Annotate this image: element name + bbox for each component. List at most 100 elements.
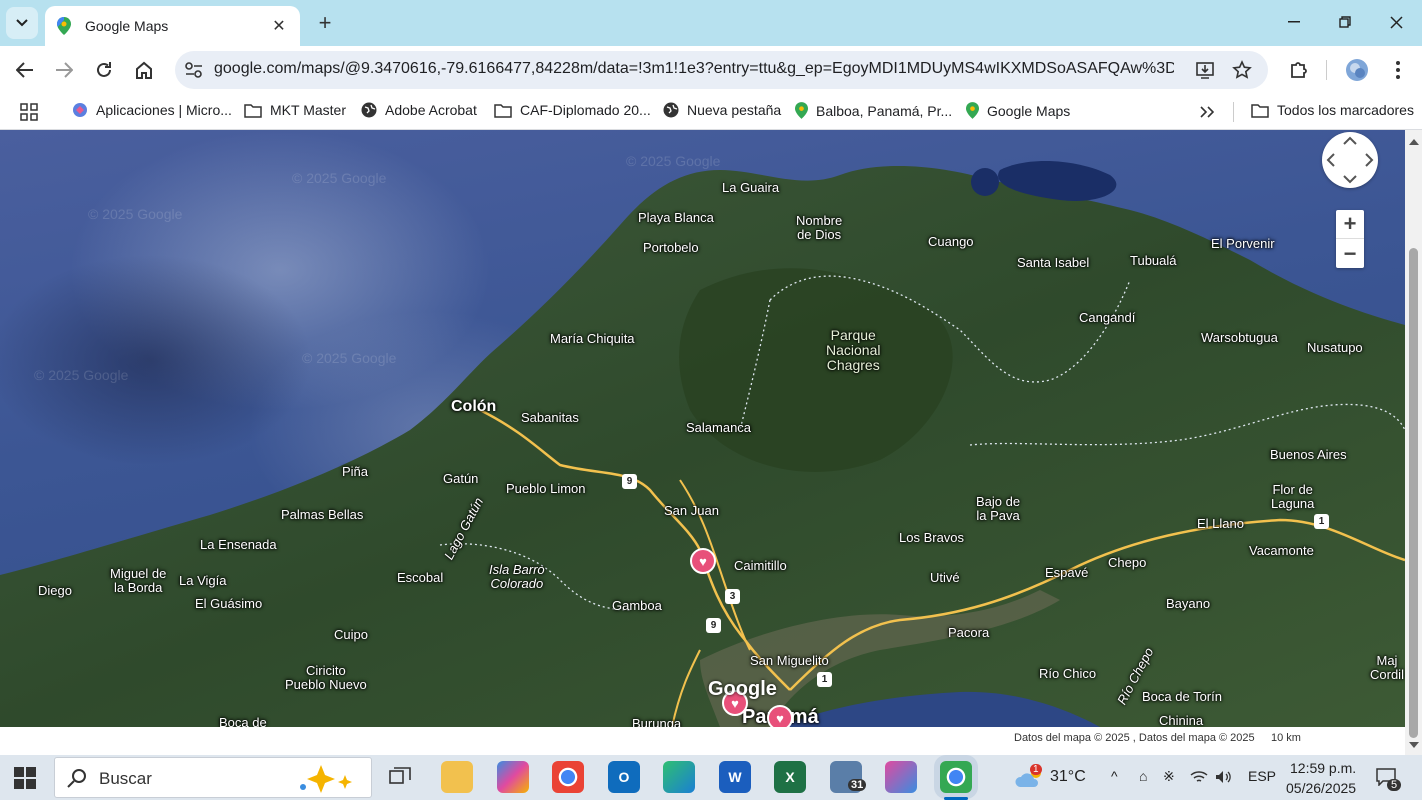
place-label[interactable]: Boca de [219,715,267,727]
bookmark-adobe-acrobat[interactable]: Adobe Acrobat [361,102,477,118]
bookmark-balboa[interactable]: Balboa, Panamá, Pr... [795,102,952,119]
extensions-button[interactable] [1284,56,1314,84]
park-label[interactable]: Parque Nacional Chagres [826,328,880,373]
bookmark-nueva-pestana[interactable]: Nueva pestaña [663,102,781,118]
temperature[interactable]: 31°C [1050,768,1086,786]
wifi-icon[interactable] [1190,770,1208,784]
page-scrollbar[interactable] [1405,130,1422,755]
reload-button[interactable] [89,56,119,84]
place-label[interactable]: Chinina [1159,713,1203,727]
bookmark-mkt-master[interactable]: MKT Master [244,102,346,118]
file-explorer-icon[interactable] [441,761,473,793]
tab-search-button[interactable] [6,7,38,39]
place-label[interactable]: Nombre de Dios [796,214,842,242]
place-label[interactable]: Gatún [443,471,478,486]
place-label[interactable]: Sabanitas [521,410,579,425]
m365-icon[interactable] [885,761,917,793]
volume-icon[interactable] [1215,770,1233,784]
place-label[interactable]: Buenos Aires [1270,447,1347,462]
zoom-out-button[interactable]: − [1336,239,1364,268]
clock-time[interactable]: 12:59 p.m. [1290,760,1356,776]
all-bookmarks-folder[interactable]: Todos los marcadores [1251,102,1414,118]
close-window-button[interactable] [1374,8,1418,36]
place-label[interactable]: San Miguelito [750,653,829,668]
place-label[interactable]: Gamboa [612,598,662,613]
url-text[interactable]: google.com/maps/@9.3470616,-79.6166477,8… [214,60,1174,78]
profile-button[interactable] [1342,56,1372,84]
ime-icon[interactable]: ※ [1163,768,1175,785]
place-label[interactable]: Colón [451,398,496,416]
place-label[interactable]: Isla Barro Colorado [489,563,545,591]
saved-place-pin[interactable]: ♥ [690,548,716,574]
home-button[interactable] [129,56,159,84]
place-label[interactable]: Ciricito Pueblo Nuevo [285,664,367,692]
place-label[interactable]: Piña [342,464,368,479]
mail-icon[interactable]: 31 [830,761,867,793]
place-label[interactable]: Río Chico [1039,666,1096,681]
place-label[interactable]: Maj Cordil [1370,654,1404,682]
back-button[interactable] [10,56,40,84]
install-app-icon[interactable] [1195,60,1215,80]
place-label[interactable]: Chepo [1108,555,1146,570]
place-label[interactable]: El Llano [1197,516,1244,531]
close-tab-icon[interactable]: ✕ [270,16,288,36]
language-indicator[interactable]: ESP [1248,768,1276,784]
place-label[interactable]: Diego [38,583,72,598]
map-scale[interactable]: 10 km [1271,732,1301,744]
pan-control[interactable] [1322,132,1378,188]
zoom-in-button[interactable]: + [1336,210,1364,239]
place-label[interactable]: Burunga [632,716,681,727]
device-icon[interactable]: ⌂ [1139,768,1147,784]
chrome-icon[interactable] [552,761,584,793]
apps-grid-icon[interactable] [20,103,38,121]
place-label[interactable]: Nusatupo [1307,340,1363,355]
place-label[interactable]: Bajo de la Pava [976,495,1020,523]
edge-icon[interactable] [663,761,695,793]
place-label[interactable]: Miguel de la Borda [110,567,166,595]
menu-button[interactable] [1383,56,1413,84]
new-tab-button[interactable]: + [312,10,338,36]
task-view-icon[interactable] [389,767,411,787]
saved-place-pin[interactable]: ♥ [767,705,793,727]
bookmark-star-icon[interactable] [1232,60,1252,80]
place-label[interactable]: Cuipo [334,627,368,642]
place-label[interactable]: Playa Blanca [638,210,714,225]
place-label[interactable]: San Juan [664,503,719,518]
forward-button[interactable] [49,56,79,84]
windows-start-icon[interactable] [14,767,36,789]
scrollbar-thumb[interactable] [1409,248,1418,738]
place-label[interactable]: Salamanca [686,420,751,435]
chrome-active-icon[interactable] [940,761,972,793]
outlook-icon[interactable]: O [608,761,640,793]
place-label[interactable]: Los Bravos [899,530,964,545]
place-label[interactable]: Pacora [948,625,989,640]
place-label[interactable]: El Porvenir [1211,236,1275,251]
place-label[interactable]: Flor de Laguna [1271,483,1314,511]
map-canvas[interactable]: © 2025 Google © 2025 Google © 2025 Googl… [0,130,1405,727]
word-icon[interactable]: W [719,761,751,793]
place-label[interactable]: Vacamonte [1249,543,1314,558]
place-label[interactable]: Tubualá [1130,253,1177,268]
excel-icon[interactable]: X [774,761,806,793]
scroll-down-icon[interactable] [1409,742,1419,749]
scroll-up-icon[interactable] [1409,138,1419,145]
place-label[interactable]: El Guásimo [195,596,262,611]
bookmark-caf-diplomado[interactable]: CAF-Diplomado 20... [494,102,651,118]
map-attribution[interactable]: Datos del mapa © 2025 , Datos del mapa ©… [1014,732,1255,744]
clock-date[interactable]: 05/26/2025 [1286,780,1356,796]
chevron-up-icon[interactable]: ^ [1111,768,1118,784]
place-label[interactable]: La Vigía [179,573,226,588]
place-label[interactable]: Santa Isabel [1017,255,1089,270]
taskbar-search-box[interactable]: Buscar [54,757,372,798]
place-label[interactable]: Espavé [1045,565,1088,580]
place-label[interactable]: Bayano [1166,596,1210,611]
place-label[interactable]: María Chiquita [550,331,635,346]
place-label[interactable]: Escobal [397,570,443,585]
place-label[interactable]: Cuango [928,234,974,249]
address-bar[interactable]: google.com/maps/@9.3470616,-79.6166477,8… [175,51,1268,89]
place-label[interactable]: Boca de Torín [1142,689,1222,704]
place-label[interactable]: Warsobtugua [1201,330,1278,345]
place-label[interactable]: Caimitillo [734,558,787,573]
place-label[interactable]: Portobelo [643,240,699,255]
place-label[interactable]: La Ensenada [200,537,277,552]
